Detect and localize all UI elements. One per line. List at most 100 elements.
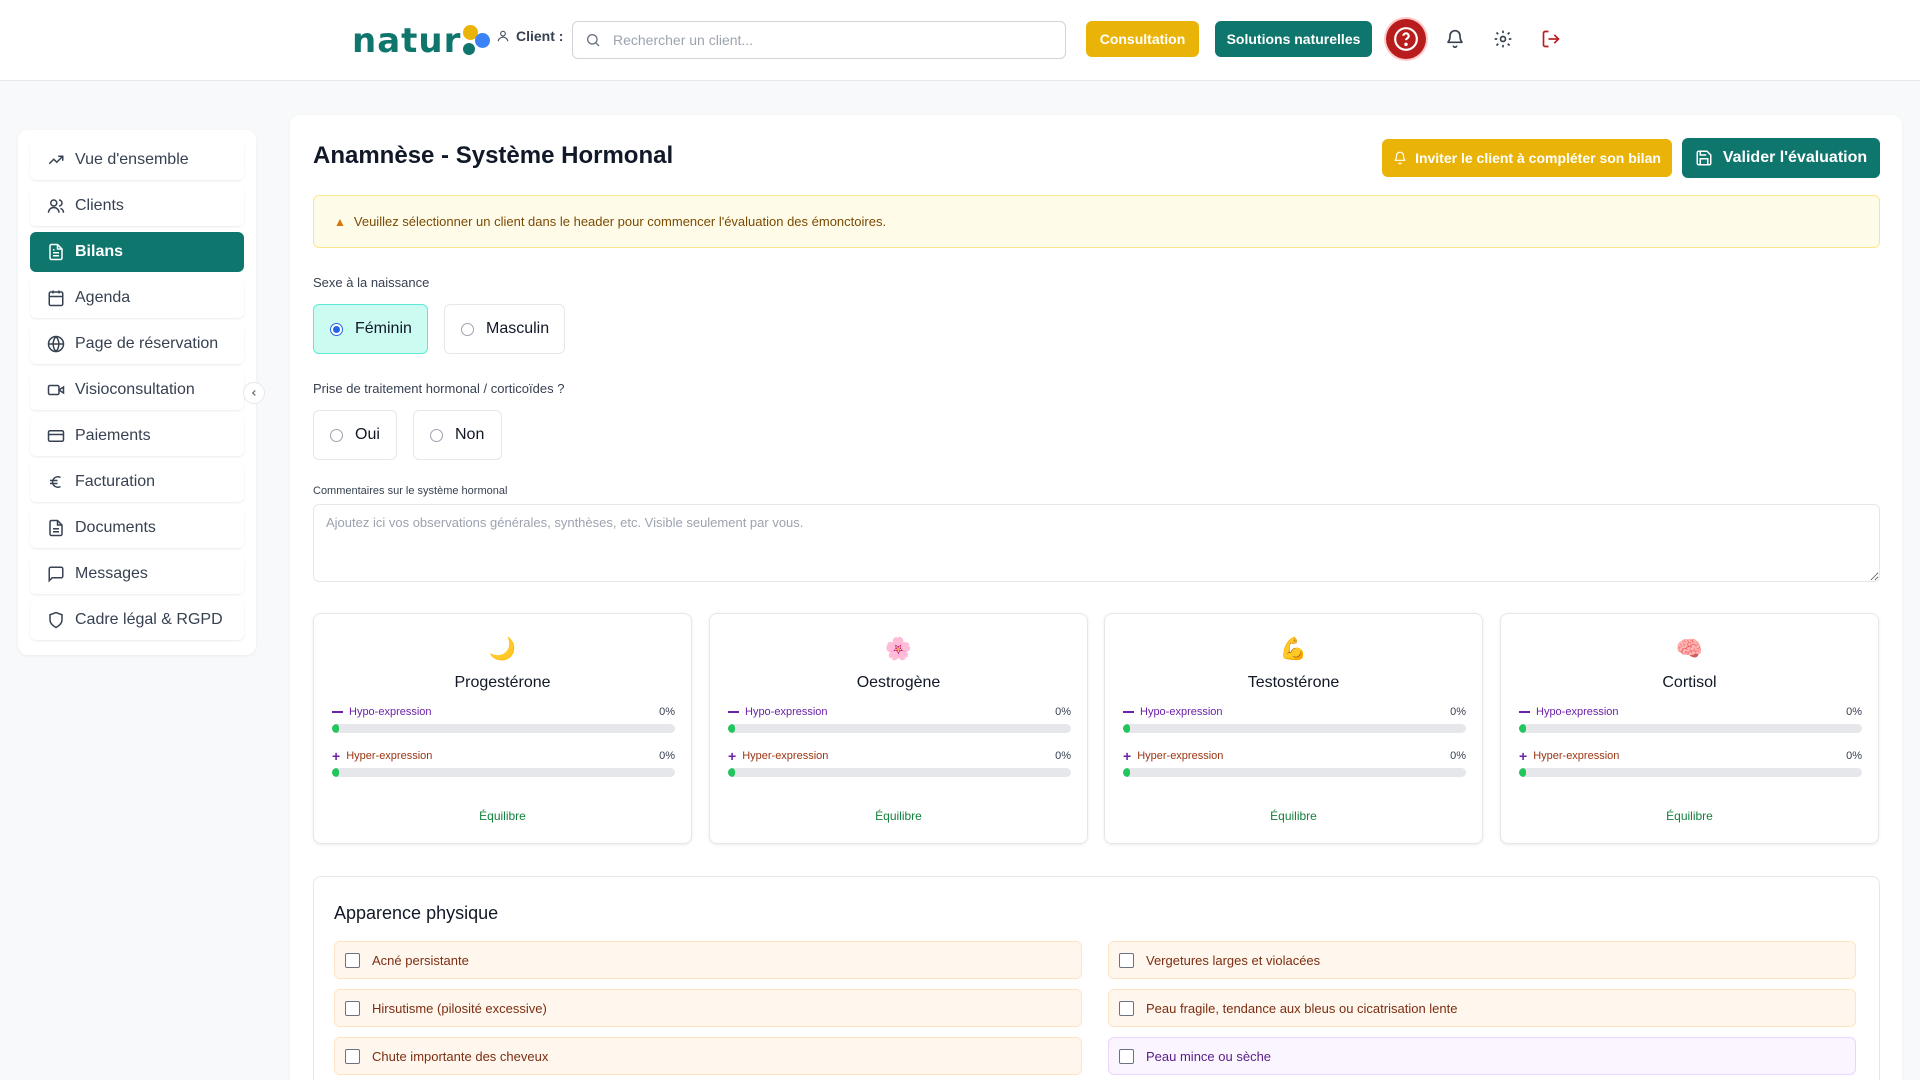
hormone-state: Équilibre (875, 809, 922, 823)
hyper-row: + Hyper-expression 0% (1123, 748, 1466, 777)
sidebar-item-clients[interactable]: Clients (30, 186, 244, 226)
sidebar-item-vue-ensemble[interactable]: Vue d'ensemble (30, 140, 244, 180)
trending-up-icon (48, 155, 64, 165)
settings-button[interactable] (1490, 26, 1516, 52)
hormone-name: Testostérone (1247, 674, 1340, 691)
client-search-input[interactable] (613, 32, 1033, 48)
symptom-item[interactable]: Chute importante des cheveux (334, 1037, 1082, 1075)
hypo-progress-fill (1519, 724, 1526, 733)
symptom-item[interactable]: Hirsutisme (pilosité excessive) (334, 989, 1082, 1027)
plus-icon: + (332, 748, 341, 764)
sidebar-item-messages[interactable]: Messages (30, 554, 244, 594)
flower-icon: 🌸 (884, 636, 913, 661)
document-icon (49, 243, 63, 261)
treatment-option-non[interactable]: Non (413, 410, 502, 460)
moon-icon: 🌙 (488, 636, 517, 661)
solutions-naturelles-button[interactable]: Solutions naturelles (1215, 21, 1372, 57)
symptom-checkbox[interactable] (345, 1048, 360, 1064)
comments-textarea[interactable] (313, 504, 1880, 582)
hyper-label-text: Hyper-expression (742, 750, 829, 762)
symptom-checkbox[interactable] (1119, 952, 1134, 968)
file-icon (49, 519, 63, 537)
sidebar-item-label: Visioconsultation (75, 381, 195, 398)
sex-option-label: Féminin (355, 320, 412, 337)
hypo-value: 0% (659, 706, 675, 718)
sidebar-item-paiements[interactable]: Paiements (30, 416, 244, 456)
natur-logo[interactable]: natur (352, 18, 495, 64)
sidebar-item-label: Clients (75, 197, 124, 214)
hypo-progress (728, 724, 1071, 733)
hypo-progress (332, 724, 675, 733)
client-label: Client : (496, 28, 563, 44)
sidebar: Vue d'ensemble Clients Bilans Agenda Pag… (18, 130, 256, 655)
sidebar-item-page-reservation[interactable]: Page de réservation (30, 324, 244, 364)
consultation-button[interactable]: Consultation (1086, 21, 1199, 57)
logout-button[interactable] (1538, 26, 1564, 52)
hypo-label: Hypo-expression (728, 706, 1071, 718)
hormone-card-oestrogene: 🌸 Oestrogène Hypo-expression 0% + Hyper-e… (709, 613, 1088, 844)
save-icon (1696, 150, 1712, 166)
sex-option-feminin[interactable]: Féminin (313, 304, 428, 354)
invite-client-label: Inviter le client à compléter son bilan (1415, 150, 1661, 166)
symptom-item[interactable]: Peau mince ou sèche (1108, 1037, 1856, 1075)
hyper-label-text: Hyper-expression (1137, 750, 1224, 762)
brain-icon: 🧠 (1675, 636, 1704, 661)
hyper-label: + Hyper-expression (1519, 749, 1862, 763)
hyper-progress (1519, 768, 1862, 777)
hormone-state: Équilibre (1270, 809, 1317, 823)
minus-icon (728, 711, 739, 713)
client-search[interactable] (572, 21, 1066, 59)
hypo-row: Hypo-expression 0% (1123, 706, 1466, 733)
radio-oui[interactable] (330, 428, 343, 442)
radio-non[interactable] (430, 428, 443, 442)
validate-evaluation-button[interactable]: Valider l'évaluation (1682, 138, 1880, 178)
app-header: natur Client : Consultation Solutions na… (0, 0, 1920, 81)
radio-masculin[interactable] (461, 322, 474, 336)
validate-evaluation-label: Valider l'évaluation (1722, 149, 1868, 166)
help-button[interactable] (1386, 19, 1426, 59)
symptom-checkbox[interactable] (345, 1000, 360, 1016)
symptom-label: Peau mince ou sèche (1146, 1048, 1272, 1064)
sidebar-item-bilans[interactable]: Bilans (30, 232, 244, 272)
hyper-label: + Hyper-expression (728, 749, 1071, 763)
sidebar-item-visioconsultation[interactable]: Visioconsultation (30, 370, 244, 410)
hypo-row: Hypo-expression 0% (728, 706, 1071, 733)
symptom-item[interactable]: Acné persistante (334, 941, 1082, 979)
comments-label: Commentaires sur le système hormonal (313, 485, 508, 497)
sidebar-item-agenda[interactable]: Agenda (30, 278, 244, 318)
symptom-checkbox[interactable] (345, 952, 360, 968)
sidebar-item-label: Documents (75, 519, 156, 536)
symptom-item[interactable]: Vergetures larges et violacées (1108, 941, 1856, 979)
hypo-label: Hypo-expression (332, 706, 675, 718)
invite-client-button[interactable]: Inviter le client à compléter son bilan (1382, 139, 1672, 177)
treatment-label: Prise de traitement hormonal / corticoïd… (313, 381, 565, 396)
user-icon (497, 30, 509, 42)
sidebar-collapse-button[interactable] (243, 382, 265, 404)
hyper-progress (728, 768, 1071, 777)
sidebar-item-facturation[interactable]: Facturation (30, 462, 244, 502)
hypo-progress (1519, 724, 1862, 733)
hormone-state: Équilibre (1666, 809, 1713, 823)
symptom-checkbox[interactable] (1119, 1000, 1134, 1016)
sidebar-item-label: Vue d'ensemble (75, 151, 189, 168)
warning-alert: ▲ Veuillez sélectionner un client dans l… (313, 195, 1880, 248)
symptom-checkbox[interactable] (1119, 1048, 1134, 1064)
sidebar-item-documents[interactable]: Documents (30, 508, 244, 548)
symptom-item[interactable]: Peau fragile, tendance aux bleus ou cica… (1108, 989, 1856, 1027)
notifications-button[interactable] (1442, 26, 1468, 52)
treatment-option-label: Non (455, 426, 485, 443)
sidebar-item-cadre-legal[interactable]: Cadre légal & RGPD (30, 600, 244, 640)
logo-text: natur (352, 21, 462, 61)
radio-feminin[interactable] (330, 322, 343, 336)
hypo-progress-fill (728, 724, 735, 733)
sex-option-masculin[interactable]: Masculin (444, 304, 565, 354)
credit-card-icon (47, 430, 65, 442)
treatment-option-oui[interactable]: Oui (313, 410, 397, 460)
sidebar-item-label: Messages (75, 565, 148, 582)
hormone-name: Oestrogène (856, 674, 941, 691)
logo-dots-icon (459, 21, 495, 61)
search-icon (587, 34, 600, 47)
plus-icon: + (1123, 748, 1132, 764)
hyper-row: + Hyper-expression 0% (1519, 749, 1862, 777)
symptom-label: Vergetures larges et violacées (1146, 952, 1321, 968)
